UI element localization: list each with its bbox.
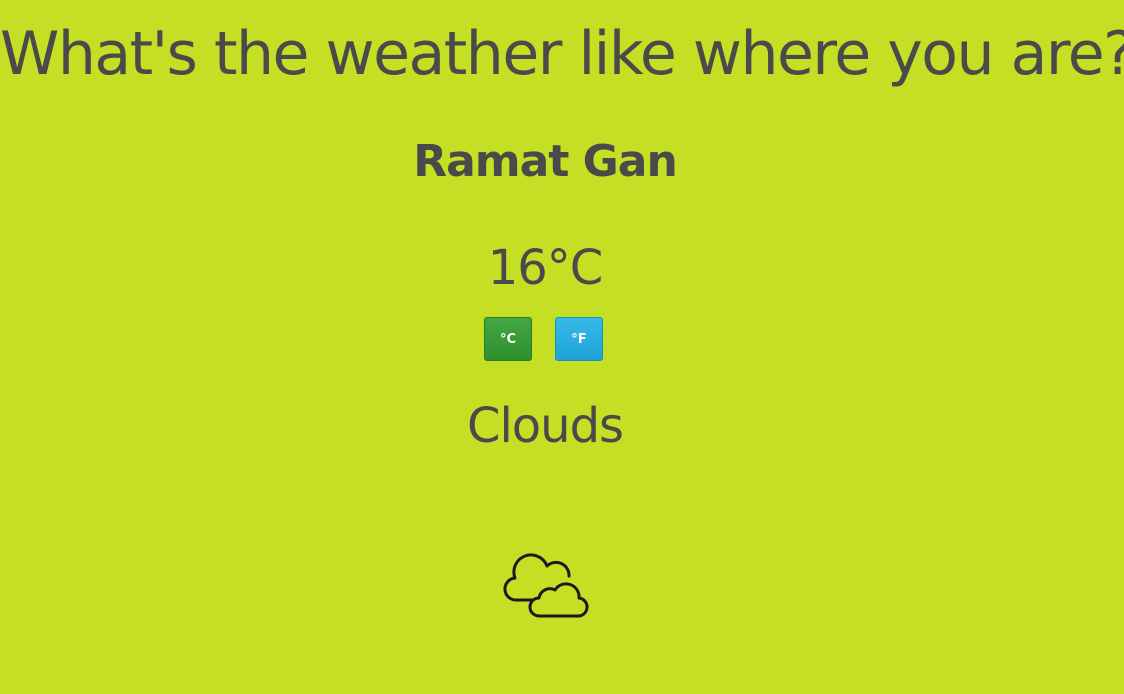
location-name: Ramat Gan (413, 136, 678, 187)
page-title: What's the weather like where you are? (0, 19, 1124, 89)
clouds-icon (503, 553, 589, 618)
celsius-button[interactable]: °C (484, 317, 532, 361)
temperature-value: 16°C (487, 240, 604, 296)
fahrenheit-button[interactable]: °F (555, 317, 603, 361)
unit-toggle-group: °C °F (484, 317, 603, 361)
weather-condition: Clouds (466, 398, 624, 454)
